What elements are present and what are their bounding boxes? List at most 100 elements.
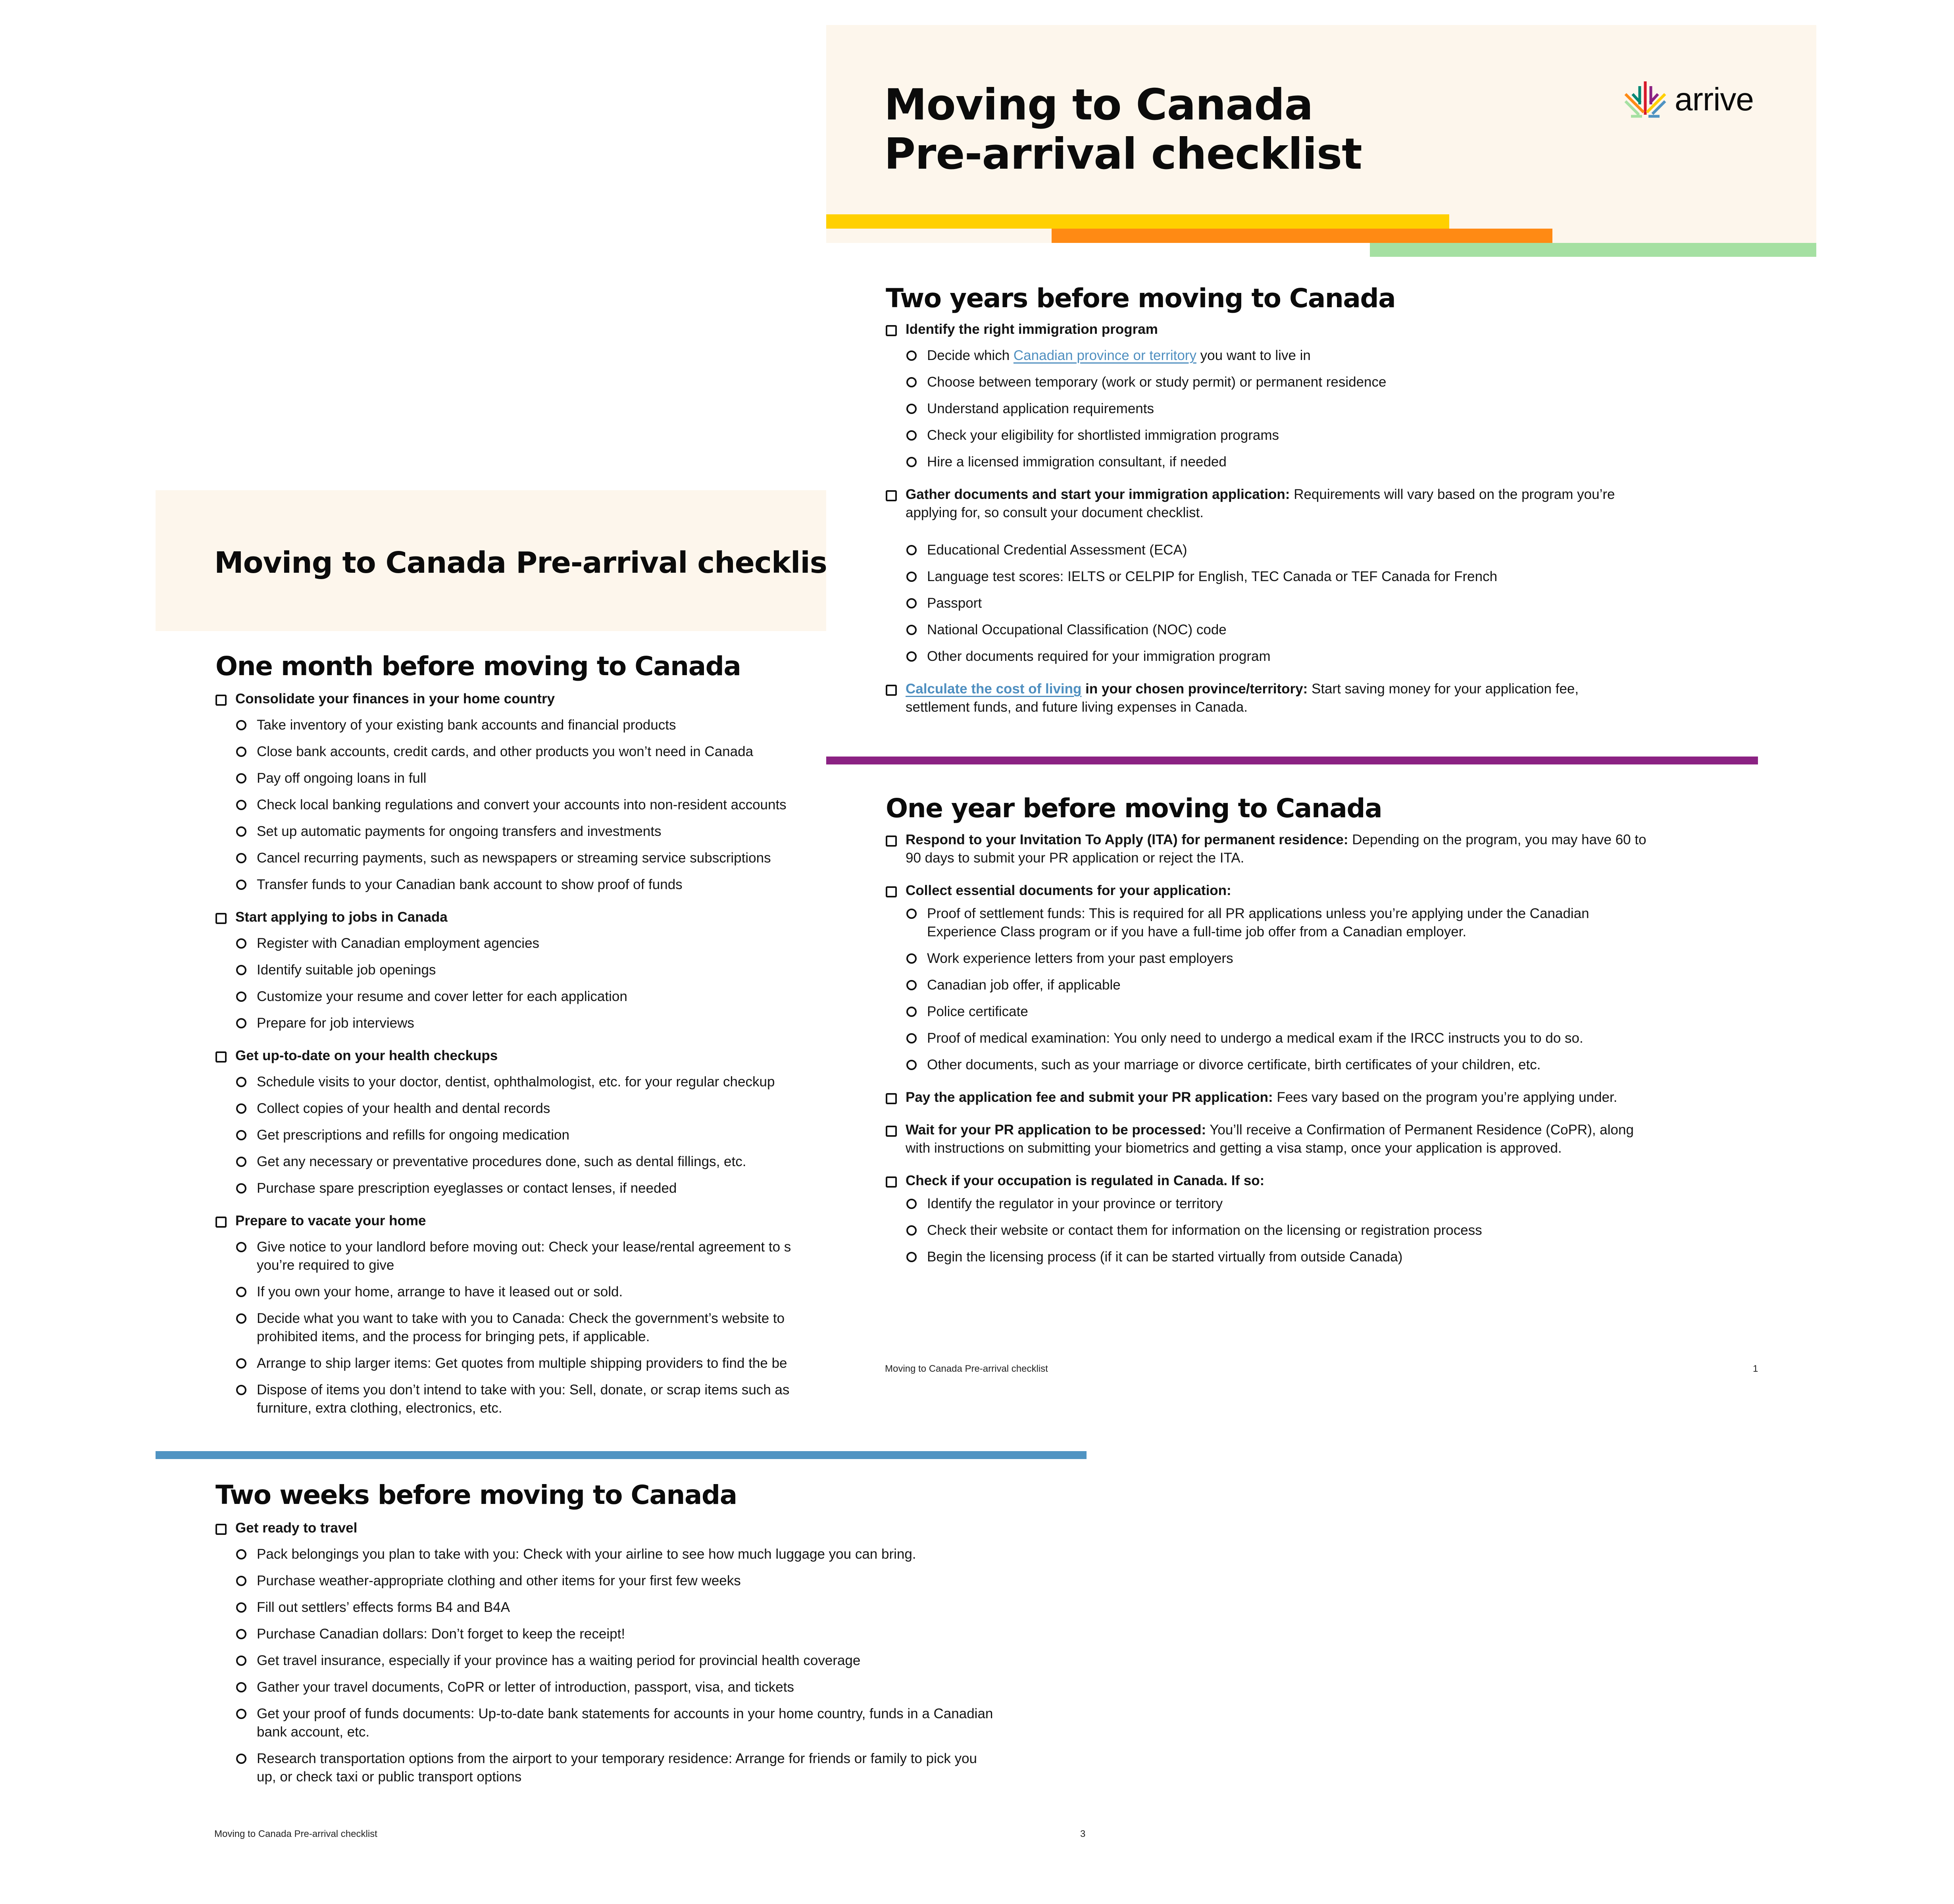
circle-bullet-icon[interactable] bbox=[906, 430, 917, 441]
circle-bullet-icon[interactable] bbox=[236, 1157, 246, 1167]
circle-bullet-icon[interactable] bbox=[236, 1018, 246, 1028]
item-title: Collect essential documents for your app… bbox=[906, 883, 1231, 898]
sub-item: Close bank accounts, credit cards, and o… bbox=[236, 743, 826, 761]
sub-item: Schedule visits to your doctor, dentist,… bbox=[236, 1073, 826, 1091]
circle-bullet-icon[interactable] bbox=[906, 572, 917, 582]
checkbox-icon[interactable] bbox=[886, 490, 897, 501]
sub-item: Other documents, such as your marriage o… bbox=[906, 1056, 1649, 1074]
circle-bullet-icon[interactable] bbox=[236, 720, 246, 730]
circle-bullet-icon[interactable] bbox=[236, 1103, 246, 1114]
circle-bullet-icon[interactable] bbox=[236, 1656, 246, 1666]
circle-bullet-icon[interactable] bbox=[906, 651, 917, 662]
page-number: 3 bbox=[1080, 1829, 1086, 1839]
checkbox-icon[interactable] bbox=[215, 1524, 227, 1535]
circle-bullet-icon[interactable] bbox=[236, 938, 246, 949]
circle-bullet-icon[interactable] bbox=[236, 1629, 246, 1639]
circle-bullet-icon[interactable] bbox=[906, 350, 917, 361]
sub-item-text: Get any necessary or preventative proced… bbox=[257, 1154, 746, 1169]
checkbox-icon[interactable] bbox=[886, 1126, 897, 1137]
circle-bullet-icon[interactable] bbox=[906, 1060, 917, 1070]
checkbox-icon[interactable] bbox=[886, 886, 897, 897]
sub-item-text: Fill out settlers’ effects forms B4 and … bbox=[257, 1600, 510, 1615]
circle-bullet-icon[interactable] bbox=[906, 404, 917, 414]
circle-bullet-icon[interactable] bbox=[236, 880, 246, 890]
circle-bullet-icon[interactable] bbox=[236, 1754, 246, 1764]
item-title: Pay the application fee and submit your … bbox=[906, 1090, 1273, 1105]
sub-item: Decide which Canadian province or territ… bbox=[906, 347, 1641, 365]
circle-bullet-icon[interactable] bbox=[236, 826, 246, 837]
checkbox-icon[interactable] bbox=[886, 1176, 897, 1188]
sub-item-text: Schedule visits to your doctor, dentist,… bbox=[257, 1074, 775, 1090]
sub-item: Purchase Canadian dollars: Don’t forget … bbox=[236, 1625, 995, 1643]
checklist-two-weeks: Get ready to travel Pack belongings you p… bbox=[215, 1519, 993, 1786]
circle-bullet-icon[interactable] bbox=[906, 545, 917, 555]
circle-bullet-icon[interactable] bbox=[236, 1183, 246, 1194]
circle-bullet-icon[interactable] bbox=[236, 1358, 246, 1369]
sub-item: Check your eligibility for shortlisted i… bbox=[906, 426, 1641, 445]
circle-bullet-icon[interactable] bbox=[236, 1602, 246, 1613]
cost-of-living-link[interactable]: Calculate the cost of living bbox=[906, 681, 1081, 697]
circle-bullet-icon[interactable] bbox=[906, 1007, 917, 1017]
sub-item-text-continued: you’re required to give bbox=[257, 1257, 394, 1273]
circle-bullet-icon[interactable] bbox=[236, 1549, 246, 1559]
circle-bullet-icon[interactable] bbox=[236, 1576, 246, 1586]
province-territory-link[interactable]: Canadian province or territory bbox=[1014, 348, 1196, 363]
sub-item: Prepare for job interviews bbox=[236, 1014, 826, 1032]
circle-bullet-icon[interactable] bbox=[906, 980, 917, 990]
checkbox-icon[interactable] bbox=[215, 695, 227, 706]
sub-item: Give notice to your landlord before movi… bbox=[236, 1238, 826, 1274]
circle-bullet-icon[interactable] bbox=[236, 991, 246, 1002]
circle-bullet-icon[interactable] bbox=[236, 1313, 246, 1324]
sub-item-list: Identify the regulator in your province … bbox=[886, 1195, 1679, 1266]
checkbox-icon[interactable] bbox=[886, 1093, 897, 1104]
checkbox-icon[interactable] bbox=[215, 1217, 227, 1228]
circle-bullet-icon[interactable] bbox=[236, 773, 246, 784]
item-title: Consolidate your finances in your home c… bbox=[235, 691, 555, 707]
checkbox-icon[interactable] bbox=[886, 325, 897, 336]
checkbox-icon[interactable] bbox=[886, 836, 897, 847]
item-title: in your chosen province/territory: bbox=[1081, 681, 1308, 697]
circle-bullet-icon[interactable] bbox=[236, 1385, 246, 1395]
circle-bullet-icon[interactable] bbox=[236, 853, 246, 863]
circle-bullet-icon[interactable] bbox=[236, 1130, 246, 1140]
checkbox-icon[interactable] bbox=[215, 1051, 227, 1063]
circle-bullet-icon[interactable] bbox=[236, 747, 246, 757]
sub-item: Decide what you want to take with you to… bbox=[236, 1309, 826, 1346]
checkbox-icon[interactable] bbox=[215, 913, 227, 924]
circle-bullet-icon[interactable] bbox=[906, 953, 917, 964]
circle-bullet-icon[interactable] bbox=[906, 909, 917, 919]
item-title: Start applying to jobs in Canada bbox=[235, 909, 448, 925]
sub-item: Dispose of items you don’t intend to tak… bbox=[236, 1381, 826, 1417]
circle-bullet-icon[interactable] bbox=[906, 377, 917, 387]
circle-bullet-icon[interactable] bbox=[906, 1033, 917, 1043]
checkbox-icon[interactable] bbox=[886, 685, 897, 696]
sub-item-text: Pack belongings you plan to take with yo… bbox=[257, 1546, 916, 1562]
sub-item: Identify the regulator in your province … bbox=[906, 1195, 1649, 1213]
circle-bullet-icon[interactable] bbox=[236, 1077, 246, 1087]
sub-item: Collect copies of your health and dental… bbox=[236, 1099, 826, 1118]
checklist-item: Check if your occupation is regulated in… bbox=[886, 1172, 1652, 1190]
circle-bullet-icon[interactable] bbox=[906, 1252, 917, 1262]
circle-bullet-icon[interactable] bbox=[906, 457, 917, 467]
circle-bullet-icon[interactable] bbox=[236, 800, 246, 810]
arrive-logo[interactable]: arrive bbox=[1624, 81, 1754, 119]
sub-item-text: Cancel recurring payments, such as newsp… bbox=[257, 850, 771, 866]
circle-bullet-icon[interactable] bbox=[906, 1225, 917, 1236]
sub-item: Check their website or contact them for … bbox=[906, 1221, 1649, 1240]
document-title-line-2: Pre-arrival checklist bbox=[884, 129, 1362, 179]
sub-item: Choose between temporary (work or study … bbox=[906, 373, 1641, 391]
circle-bullet-icon[interactable] bbox=[236, 1682, 246, 1692]
sub-item-text: Begin the licensing process (if it can b… bbox=[927, 1249, 1403, 1265]
circle-bullet-icon[interactable] bbox=[236, 1287, 246, 1297]
circle-bullet-icon[interactable] bbox=[906, 598, 917, 608]
circle-bullet-icon[interactable] bbox=[236, 1242, 246, 1252]
sub-item-list: Take inventory of your existing bank acc… bbox=[215, 716, 826, 894]
sub-item: Other documents required for your immigr… bbox=[906, 647, 1641, 666]
sub-item-text: Passport bbox=[927, 595, 982, 611]
circle-bullet-icon[interactable] bbox=[906, 625, 917, 635]
checklist-item: Get up-to-date on your health checkups bbox=[215, 1047, 826, 1065]
sub-item-text: Purchase spare prescription eyeglasses o… bbox=[257, 1180, 677, 1196]
circle-bullet-icon[interactable] bbox=[236, 1709, 246, 1719]
circle-bullet-icon[interactable] bbox=[906, 1199, 917, 1209]
circle-bullet-icon[interactable] bbox=[236, 965, 246, 975]
